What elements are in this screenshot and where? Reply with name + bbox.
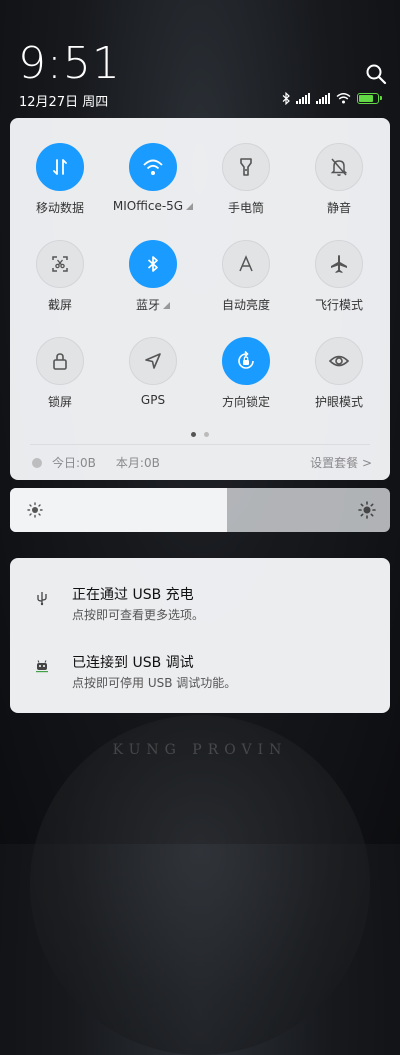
toggle-button[interactable] bbox=[36, 143, 84, 191]
airplane-icon bbox=[331, 255, 347, 273]
toggle-rotation-lock[interactable]: 方向锁定 bbox=[201, 337, 291, 410]
toggle-button[interactable] bbox=[222, 143, 270, 191]
screenshot-icon bbox=[52, 256, 68, 272]
notification-title: 已连接到 USB 调试 bbox=[72, 655, 194, 671]
toggle-label: 方向锁定 bbox=[221, 395, 270, 409]
battery-charging-icon bbox=[357, 92, 382, 104]
signal-icon bbox=[316, 92, 330, 104]
mobile-data-icon bbox=[53, 159, 67, 175]
toggle-button[interactable] bbox=[36, 337, 84, 385]
notification-title: 正在通过 USB 充电 bbox=[72, 587, 194, 603]
toggle-button[interactable] bbox=[129, 143, 177, 191]
toggle-label: 手电筒 bbox=[227, 201, 264, 215]
toggle-label: 护眼模式 bbox=[314, 395, 363, 409]
data-plan-settings-link[interactable]: 设置套餐 > bbox=[310, 454, 372, 471]
toggle-label: 自动亮度 bbox=[221, 298, 270, 312]
page-dot-1[interactable] bbox=[191, 432, 196, 437]
toggle-mobile-data[interactable]: 移动数据 bbox=[15, 143, 105, 216]
status-bar-icons bbox=[282, 90, 382, 106]
auto-brightness-icon bbox=[239, 255, 253, 272]
wallpaper-coin bbox=[30, 715, 370, 1055]
toggle-auto-brightness[interactable]: 自动亮度 bbox=[201, 240, 291, 313]
toggle-flashlight[interactable]: 手电筒 bbox=[201, 143, 291, 216]
notification-card: 正在通过 USB 充电 点按即可查看更多选项。 已连接到 USB 调试 点按即可… bbox=[10, 558, 390, 713]
clock: 9:51 bbox=[18, 38, 121, 89]
android-debug-icon bbox=[36, 660, 48, 673]
mute-bell-icon bbox=[330, 158, 348, 176]
expand-arrow-icon[interactable] bbox=[163, 302, 170, 309]
notification-body: 点按即可查看更多选项。 bbox=[72, 608, 205, 622]
toggle-button[interactable] bbox=[129, 337, 177, 385]
eye-icon bbox=[328, 355, 350, 367]
toggle-label: 移动数据 bbox=[35, 201, 84, 215]
wallpaper-coin-lettering: KUNG PROVIN bbox=[112, 742, 288, 758]
toggle-button[interactable] bbox=[222, 240, 270, 288]
toggle-button[interactable] bbox=[315, 143, 363, 191]
toggle-label: 飞行模式 bbox=[314, 298, 363, 312]
toggle-label: 静音 bbox=[326, 201, 351, 215]
toggle-mute-bell[interactable]: 静音 bbox=[294, 143, 384, 216]
bluetooth-icon bbox=[147, 256, 158, 272]
page-dot-2[interactable] bbox=[204, 432, 209, 437]
toggle-button[interactable] bbox=[129, 240, 177, 288]
control-center-panel: 移动数据 MIOffice-5G 手电筒 静音截屏 蓝牙 自动亮度 飞行模式锁屏 GPS 方向锁… bbox=[10, 118, 390, 480]
toggle-button[interactable] bbox=[315, 240, 363, 288]
notification-usb-debugging[interactable]: 已连接到 USB 调试 点按即可停用 USB 调试功能。 bbox=[10, 646, 390, 706]
toggle-label: GPS bbox=[140, 393, 166, 407]
bluetooth-icon bbox=[282, 91, 290, 105]
wifi-icon bbox=[336, 93, 351, 104]
data-usage-row: 今日:0B 本月:0B 设置套餐 > bbox=[32, 454, 372, 471]
lock-icon bbox=[53, 353, 67, 370]
toggle-label: MIOffice-5G bbox=[108, 199, 198, 213]
notification-usb-charging[interactable]: 正在通过 USB 充电 点按即可查看更多选项。 bbox=[10, 578, 390, 638]
wifi-icon bbox=[143, 159, 163, 175]
toggle-bluetooth[interactable]: 蓝牙 bbox=[108, 240, 198, 313]
toggle-button[interactable] bbox=[315, 337, 363, 385]
toggle-eye[interactable]: 护眼模式 bbox=[294, 337, 384, 410]
toggle-gps[interactable]: GPS bbox=[108, 337, 198, 407]
notification-body: 点按即可停用 USB 调试功能。 bbox=[72, 676, 237, 690]
brightness-slider[interactable] bbox=[10, 488, 390, 532]
data-today: 今日:0B bbox=[52, 456, 96, 470]
toggle-label: 蓝牙 bbox=[108, 296, 198, 313]
usb-icon bbox=[37, 592, 47, 606]
toggle-lock[interactable]: 锁屏 bbox=[15, 337, 105, 410]
expand-arrow-icon[interactable] bbox=[186, 203, 194, 210]
toggle-label: 锁屏 bbox=[47, 395, 72, 409]
rotation-lock-icon bbox=[238, 350, 254, 369]
toggle-screenshot[interactable]: 截屏 bbox=[15, 240, 105, 313]
flashlight-icon bbox=[240, 158, 252, 176]
brightness-high-icon bbox=[358, 501, 376, 519]
search-icon[interactable] bbox=[364, 62, 388, 86]
toggle-button[interactable] bbox=[222, 337, 270, 385]
signal-icon bbox=[296, 92, 310, 104]
date: 12月27日 周四 bbox=[19, 95, 109, 110]
toggle-button[interactable] bbox=[36, 240, 84, 288]
toggle-airplane[interactable]: 飞行模式 bbox=[294, 240, 384, 313]
panel-divider bbox=[30, 444, 370, 445]
data-usage-indicator-icon bbox=[32, 457, 42, 468]
toggle-wifi[interactable]: MIOffice-5G bbox=[108, 143, 198, 213]
brightness-low-icon bbox=[27, 502, 43, 518]
gps-icon bbox=[145, 353, 161, 369]
page-indicator bbox=[10, 432, 390, 437]
toggle-label: 截屏 bbox=[47, 298, 72, 312]
data-month: 本月:0B bbox=[115, 456, 160, 470]
